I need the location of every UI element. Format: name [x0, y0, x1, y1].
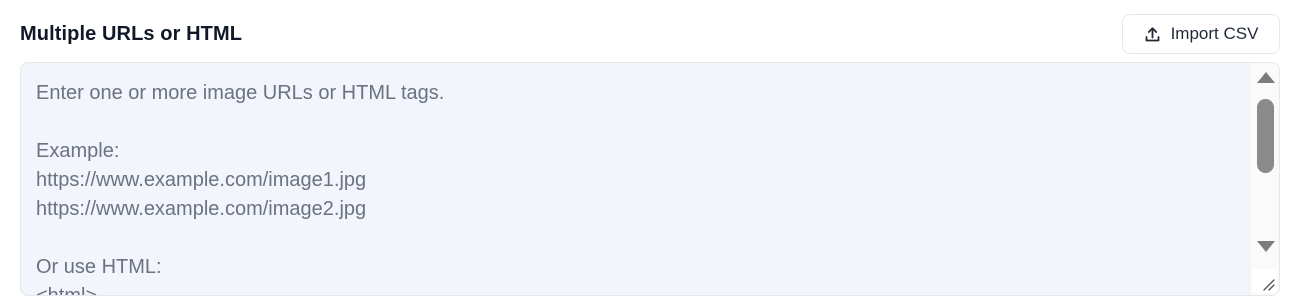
scrollbar-thumb[interactable]: [1257, 99, 1274, 173]
resize-handle-icon[interactable]: [1253, 269, 1277, 293]
multiple-urls-panel: Multiple URLs or HTML Import CSV Enter o…: [0, 0, 1300, 308]
textarea-placeholder: Enter one or more image URLs or HTML tag…: [36, 82, 445, 296]
textarea-scrollbar[interactable]: [1249, 63, 1279, 295]
urls-textarea[interactable]: Enter one or more image URLs or HTML tag…: [20, 62, 1280, 296]
import-csv-button[interactable]: Import CSV: [1122, 14, 1280, 54]
scroll-up-arrow-icon[interactable]: [1257, 72, 1275, 83]
scroll-down-arrow-icon[interactable]: [1257, 241, 1275, 252]
import-csv-label: Import CSV: [1170, 24, 1259, 43]
section-title: Multiple URLs or HTML: [20, 23, 243, 45]
upload-icon: [1144, 26, 1161, 43]
